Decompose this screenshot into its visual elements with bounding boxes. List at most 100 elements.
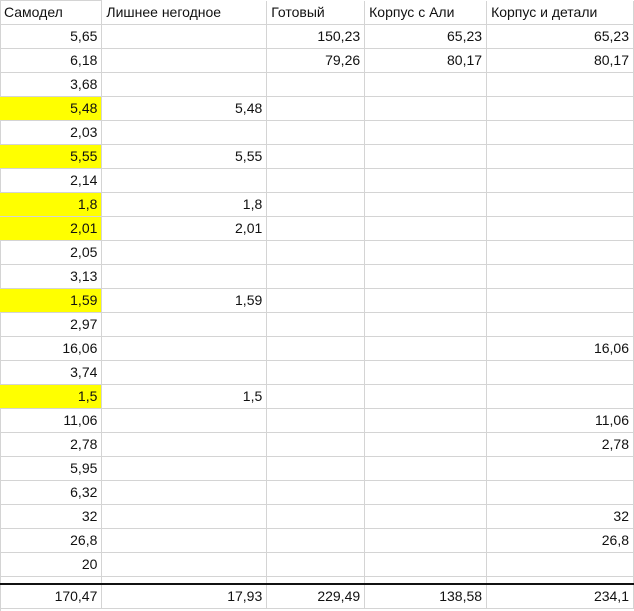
cell-samodel[interactable]: 16,06	[0, 336, 103, 361]
cell-korpus-i-detali[interactable]: 2,78	[486, 432, 634, 457]
cell-gotovyi[interactable]	[266, 408, 366, 433]
cell-korpus-i-detali[interactable]	[486, 120, 634, 145]
cell-lishnee-negodnoe[interactable]	[101, 312, 268, 337]
cell-korpus-s-ali[interactable]	[364, 96, 488, 121]
cell-korpus-i-detali[interactable]	[486, 552, 634, 577]
cell-korpus-s-ali[interactable]	[364, 288, 488, 313]
cell-korpus-s-ali[interactable]	[364, 264, 488, 289]
cell-korpus-s-ali[interactable]	[364, 144, 488, 169]
cell-lishnee-negodnoe[interactable]: 5,55	[101, 144, 268, 169]
cell-korpus-s-ali[interactable]	[364, 552, 488, 577]
cell-lishnee-negodnoe[interactable]	[101, 264, 268, 289]
cell-gotovyi[interactable]	[266, 216, 366, 241]
cell-samodel[interactable]: 1,5	[0, 384, 103, 409]
cell-korpus-s-ali[interactable]	[364, 336, 488, 361]
header-cell-korpus-i-detali[interactable]: Корпус и детали	[486, 0, 634, 25]
cell-korpus-i-detali[interactable]: 32	[486, 504, 634, 529]
cell-korpus-s-ali[interactable]	[364, 168, 488, 193]
cell-lishnee-negodnoe[interactable]	[101, 432, 268, 457]
cell-samodel[interactable]: 5,65	[0, 24, 103, 49]
cell-korpus-i-detali[interactable]	[486, 456, 634, 481]
cell-lishnee-negodnoe[interactable]	[101, 48, 268, 73]
cell-samodel[interactable]: 3,13	[0, 264, 103, 289]
cell-samodel[interactable]: 2,78	[0, 432, 103, 457]
cell-lishnee-negodnoe[interactable]	[101, 240, 268, 265]
header-cell-lishnee-negodnoe[interactable]: Лишнее негодное	[101, 0, 268, 25]
cell-lishnee-negodnoe[interactable]: 5,48	[101, 96, 268, 121]
cell-korpus-i-detali[interactable]: 11,06	[486, 408, 634, 433]
cell-lishnee-negodnoe[interactable]	[101, 168, 268, 193]
header-cell-samodel[interactable]: Самодел	[0, 0, 103, 25]
cell-samodel[interactable]: 5,55	[0, 144, 103, 169]
cell-korpus-i-detali[interactable]	[486, 480, 634, 505]
cell-lishnee-negodnoe[interactable]	[101, 408, 268, 433]
total-cell-samodel[interactable]: 170,47	[0, 583, 103, 609]
cell-gotovyi[interactable]	[266, 72, 366, 97]
cell-gotovyi[interactable]	[266, 288, 366, 313]
cell-korpus-i-detali[interactable]	[486, 240, 634, 265]
cell-korpus-s-ali[interactable]	[364, 120, 488, 145]
cell-gotovyi[interactable]	[266, 552, 366, 577]
cell-samodel[interactable]: 32	[0, 504, 103, 529]
cell-lishnee-negodnoe[interactable]: 1,8	[101, 192, 268, 217]
cell-korpus-s-ali[interactable]	[364, 312, 488, 337]
cell-gotovyi[interactable]	[266, 192, 366, 217]
cell-gotovyi[interactable]	[266, 528, 366, 553]
cell-gotovyi[interactable]	[266, 456, 366, 481]
total-cell-korpus-s-ali[interactable]: 138,58	[364, 583, 488, 609]
cell-samodel[interactable]: 5,48	[0, 96, 103, 121]
cell-gotovyi[interactable]: 150,23	[266, 24, 366, 49]
header-cell-gotovyi[interactable]: Готовый	[266, 0, 366, 25]
cell-lishnee-negodnoe[interactable]	[101, 336, 268, 361]
cell-gotovyi[interactable]	[266, 144, 366, 169]
spacer-cell[interactable]	[486, 576, 634, 584]
spacer-cell[interactable]	[0, 576, 103, 584]
cell-samodel[interactable]: 2,97	[0, 312, 103, 337]
cell-korpus-s-ali[interactable]	[364, 216, 488, 241]
cell-korpus-i-detali[interactable]	[486, 96, 634, 121]
cell-korpus-i-detali[interactable]	[486, 72, 634, 97]
cell-samodel[interactable]: 20	[0, 552, 103, 577]
cell-samodel[interactable]: 2,05	[0, 240, 103, 265]
cell-samodel[interactable]: 11,06	[0, 408, 103, 433]
total-cell-lishnee-negodnoe[interactable]: 17,93	[101, 583, 268, 609]
cell-lishnee-negodnoe[interactable]: 1,5	[101, 384, 268, 409]
cell-korpus-s-ali[interactable]	[364, 192, 488, 217]
cell-korpus-i-detali[interactable]	[486, 384, 634, 409]
cell-korpus-i-detali[interactable]	[486, 192, 634, 217]
cell-lishnee-negodnoe[interactable]	[101, 72, 268, 97]
cell-lishnee-negodnoe[interactable]	[101, 360, 268, 385]
cell-korpus-i-detali[interactable]	[486, 264, 634, 289]
spacer-cell[interactable]	[364, 576, 488, 584]
cell-korpus-s-ali[interactable]	[364, 480, 488, 505]
cell-samodel[interactable]: 2,03	[0, 120, 103, 145]
cell-korpus-i-detali[interactable]	[486, 288, 634, 313]
cell-lishnee-negodnoe[interactable]	[101, 552, 268, 577]
cell-gotovyi[interactable]: 79,26	[266, 48, 366, 73]
cell-korpus-s-ali[interactable]	[364, 432, 488, 457]
cell-lishnee-negodnoe[interactable]	[101, 24, 268, 49]
cell-korpus-s-ali[interactable]: 80,17	[364, 48, 488, 73]
cell-korpus-i-detali[interactable]	[486, 144, 634, 169]
cell-lishnee-negodnoe[interactable]	[101, 504, 268, 529]
cell-gotovyi[interactable]	[266, 360, 366, 385]
cell-korpus-s-ali[interactable]	[364, 408, 488, 433]
cell-korpus-i-detali[interactable]: 26,8	[486, 528, 634, 553]
total-cell-korpus-i-detali[interactable]: 234,1	[486, 583, 634, 609]
cell-gotovyi[interactable]	[266, 96, 366, 121]
cell-korpus-i-detali[interactable]: 80,17	[486, 48, 634, 73]
cell-gotovyi[interactable]	[266, 504, 366, 529]
cell-lishnee-negodnoe[interactable]: 1,59	[101, 288, 268, 313]
cell-korpus-s-ali[interactable]	[364, 504, 488, 529]
cell-lishnee-negodnoe[interactable]: 2,01	[101, 216, 268, 241]
cell-gotovyi[interactable]	[266, 168, 366, 193]
cell-korpus-s-ali[interactable]	[364, 240, 488, 265]
cell-gotovyi[interactable]	[266, 120, 366, 145]
cell-korpus-i-detali[interactable]	[486, 168, 634, 193]
cell-korpus-s-ali[interactable]	[364, 72, 488, 97]
cell-korpus-i-detali[interactable]	[486, 312, 634, 337]
cell-samodel[interactable]: 5,95	[0, 456, 103, 481]
cell-gotovyi[interactable]	[266, 240, 366, 265]
cell-korpus-i-detali[interactable]: 65,23	[486, 24, 634, 49]
cell-samodel[interactable]: 6,32	[0, 480, 103, 505]
